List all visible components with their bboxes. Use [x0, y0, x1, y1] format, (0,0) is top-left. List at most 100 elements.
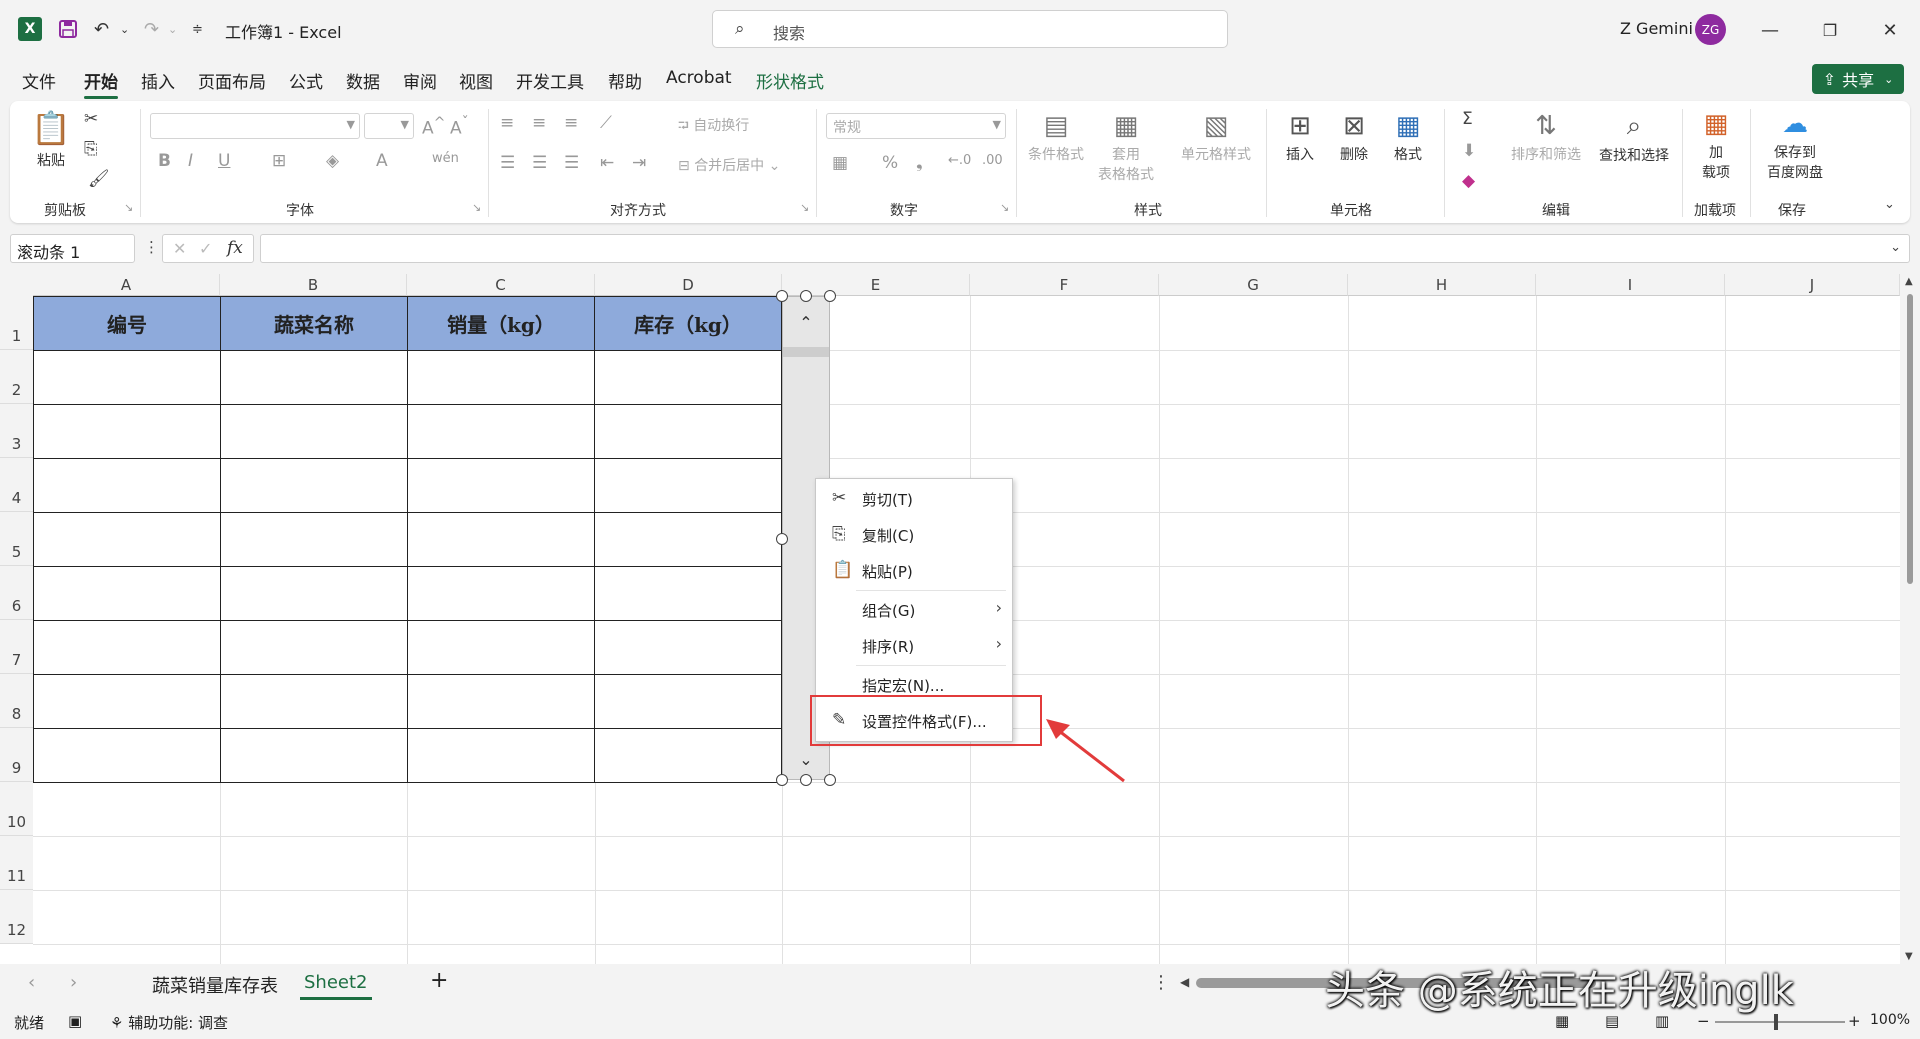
header-stock[interactable]: 库存（kg） [595, 297, 782, 351]
scroll-down-icon[interactable]: ▼ [1905, 951, 1913, 962]
fill-color-icon[interactable]: ◈ [326, 151, 339, 171]
insert-function-icon[interactable]: fx [227, 238, 243, 258]
header-vegetable-name[interactable]: 蔬菜名称 [221, 297, 408, 351]
table-cell[interactable] [408, 459, 595, 513]
dialog-launcher-icon[interactable]: ↘ [472, 201, 481, 214]
resize-handle[interactable] [776, 774, 788, 786]
row-header-1[interactable]: 1 [0, 296, 33, 350]
column-header-b[interactable]: B [220, 274, 407, 296]
sort-filter-button[interactable]: ⇅排序和筛选 [1506, 111, 1586, 164]
orientation-icon[interactable]: ⟋ [600, 113, 612, 133]
table-cell[interactable] [595, 405, 782, 459]
restore-icon[interactable]: ❐ [1815, 16, 1845, 44]
table-cell[interactable] [34, 567, 221, 621]
wrap-text-button[interactable]: ⮒ 自动换行 [678, 115, 749, 139]
delete-cells-button[interactable]: ⊠删除 [1332, 111, 1376, 164]
table-cell[interactable] [221, 351, 408, 405]
tab-home[interactable]: 开始 [84, 68, 118, 93]
decrease-decimal-icon[interactable]: .00 [982, 153, 1003, 168]
name-box[interactable]: 滚动条 1 ⌄ [10, 234, 135, 263]
decrease-indent-icon[interactable]: ⇤ [600, 153, 614, 173]
tab-data[interactable]: 数据 [346, 68, 380, 93]
zoom-slider[interactable] [1715, 1021, 1845, 1023]
dialog-launcher-icon[interactable]: ↘ [124, 201, 133, 214]
format-painter-icon[interactable]: 🖌 [88, 169, 110, 189]
column-header-i[interactable]: I [1536, 274, 1725, 296]
tab-review[interactable]: 审阅 [403, 68, 437, 93]
row-header-9[interactable]: 9 [0, 728, 33, 782]
table-cell[interactable] [221, 675, 408, 729]
search-box[interactable]: ⌕ 搜索 [712, 10, 1228, 48]
copy-icon[interactable]: ⎘ [84, 139, 98, 159]
column-header-h[interactable]: H [1348, 274, 1536, 296]
table-cell[interactable] [595, 351, 782, 405]
resize-handle[interactable] [776, 533, 788, 545]
menu-item-copy[interactable]: ⎘ 复制(C) [816, 519, 1012, 549]
table-cell[interactable] [34, 513, 221, 567]
accessibility-button[interactable]: ⚘ 辅助功能: 调查 [110, 1012, 228, 1033]
find-select-button[interactable]: ⌕查找和选择 [1594, 111, 1674, 165]
row-header-11[interactable]: 11 [0, 836, 33, 890]
more-options-icon[interactable]: ⋮ [144, 238, 159, 256]
undo-icon[interactable]: ↶ [94, 16, 109, 42]
zoom-slider-thumb[interactable] [1774, 1014, 1778, 1030]
table-cell[interactable] [34, 621, 221, 675]
number-format-select[interactable]: 常规▼ [826, 113, 1006, 139]
redo-icon[interactable]: ↷ [144, 16, 159, 42]
vertical-scroll-thumb[interactable] [1907, 294, 1913, 584]
collapse-ribbon-icon[interactable]: ⌄ [1884, 197, 1895, 212]
resize-handle[interactable] [824, 290, 836, 302]
resize-handle[interactable] [824, 774, 836, 786]
tab-formulas[interactable]: 公式 [289, 68, 323, 93]
comma-icon[interactable]: ❟ [916, 153, 923, 173]
row-header-6[interactable]: 6 [0, 566, 33, 620]
clear-icon[interactable]: ◆ [1462, 171, 1475, 191]
tab-help[interactable]: 帮助 [608, 68, 642, 93]
table-cell[interactable] [221, 621, 408, 675]
table-cell[interactable] [408, 351, 595, 405]
table-cell[interactable] [595, 459, 782, 513]
table-cell[interactable] [221, 729, 408, 783]
tab-acrobat[interactable]: Acrobat [666, 68, 732, 88]
macro-record-icon[interactable]: ▣ [68, 1012, 82, 1030]
table-cell[interactable] [408, 405, 595, 459]
column-header-c[interactable]: C [407, 274, 595, 296]
conditional-format-button[interactable]: ▤条件格式 [1026, 111, 1086, 164]
column-header-j[interactable]: J [1725, 274, 1900, 296]
tab-view[interactable]: 视图 [459, 68, 493, 93]
sheet-prev-icon[interactable]: ‹ [28, 972, 35, 993]
save-icon[interactable] [58, 16, 78, 42]
column-header-a[interactable]: A [33, 274, 220, 296]
format-cells-button[interactable]: ▦格式 [1386, 111, 1430, 164]
minimize-icon[interactable]: — [1755, 16, 1785, 44]
chevron-up-icon[interactable]: ⌃ [783, 297, 829, 347]
header-sales[interactable]: 销量（kg） [408, 297, 595, 351]
menu-item-paste[interactable]: 📋 粘贴(P) [816, 555, 1012, 585]
row-header-2[interactable]: 2 [0, 350, 33, 404]
customize-toolbar-icon[interactable]: ≑ [192, 16, 203, 42]
decrease-font-icon[interactable]: Aˇ [450, 115, 469, 139]
table-cell[interactable] [408, 567, 595, 621]
avatar[interactable]: ZG [1695, 14, 1726, 45]
tab-file[interactable]: 文件 [22, 68, 56, 93]
enter-icon[interactable]: ✓ [199, 239, 212, 258]
font-name-select[interactable]: ▼ [150, 113, 360, 139]
header-id[interactable]: 编号 [34, 297, 221, 351]
autosum-icon[interactable]: Σ [1462, 109, 1473, 129]
share-button[interactable]: ⇪ 共享 ⌄ [1812, 64, 1904, 94]
increase-font-icon[interactable]: A^ [422, 115, 446, 139]
table-cell[interactable] [34, 405, 221, 459]
column-header-d[interactable]: D [595, 274, 782, 296]
undo-dropdown-icon[interactable]: ⌄ [120, 16, 129, 42]
table-cell[interactable] [34, 675, 221, 729]
expand-formula-icon[interactable]: ⌄ [1890, 240, 1901, 255]
sheet-next-icon[interactable]: › [70, 972, 77, 993]
underline-icon[interactable]: U [218, 151, 230, 171]
cancel-icon[interactable]: ✕ [173, 239, 186, 258]
addins-button[interactable]: ▦加载项 [1694, 109, 1738, 182]
tab-developer[interactable]: 开发工具 [516, 68, 584, 93]
bold-icon[interactable]: B [158, 151, 171, 171]
border-icon[interactable]: ⊞ [272, 151, 286, 171]
table-cell[interactable] [221, 459, 408, 513]
dialog-launcher-icon[interactable]: ↘ [1000, 201, 1009, 214]
